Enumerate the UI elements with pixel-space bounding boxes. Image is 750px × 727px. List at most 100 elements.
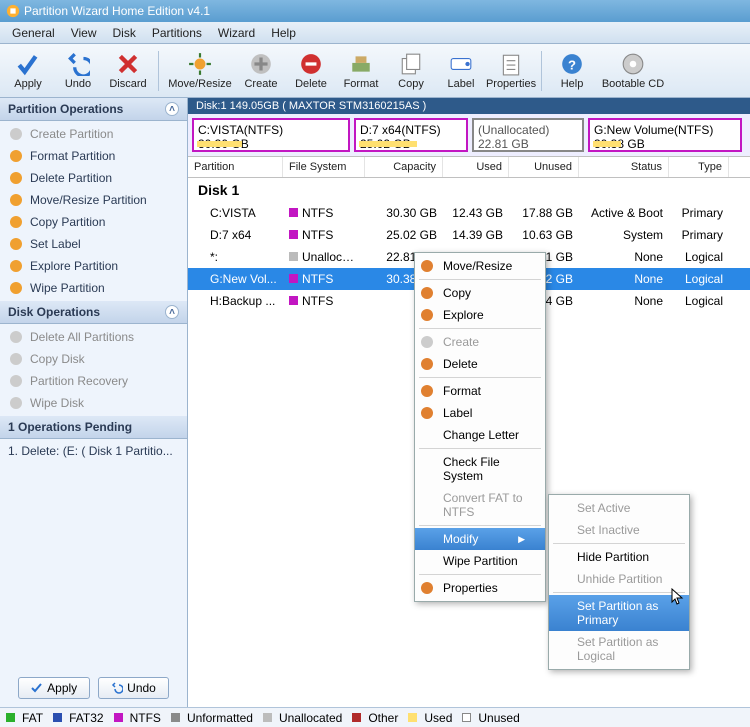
label-button[interactable]: Label [437, 47, 485, 95]
map-name: (Unallocated) [478, 123, 578, 137]
format-label: Format [344, 78, 379, 90]
cell: NTFS [283, 292, 365, 310]
ctx-label: Properties [443, 581, 498, 595]
pending-ops-list: 1. Delete: (E: ( Disk 1 Partitio... [0, 439, 187, 463]
op-icon [8, 351, 24, 367]
partition-ops-header[interactable]: Partition Operations ˄ [0, 98, 187, 121]
properties-button[interactable]: Properties [487, 47, 535, 95]
format-button[interactable]: Format [337, 47, 385, 95]
ctx-copy[interactable]: Copy [415, 282, 545, 304]
menu-disk[interactable]: Disk [105, 24, 144, 42]
cell: NTFS [283, 226, 365, 244]
cell: Primary [669, 226, 729, 244]
map-partition[interactable]: G:New Volume(NTFS)30.38 GB [588, 118, 742, 152]
col-header[interactable]: Status [579, 157, 669, 177]
op-icon [8, 192, 24, 208]
ctx-create: Create [415, 331, 545, 353]
op-item[interactable]: Format Partition [0, 145, 187, 167]
op-item[interactable]: Copy Partition [0, 211, 187, 233]
col-header[interactable]: File System [283, 157, 365, 177]
pending-ops-title: 1 Operations Pending [8, 420, 132, 434]
ctx-hide-partition[interactable]: Hide Partition [549, 546, 689, 568]
map-name: D:7 x64(NTFS) [360, 123, 462, 137]
collapse-icon[interactable]: ˄ [165, 305, 179, 319]
undo-icon [111, 682, 123, 694]
cell: None [579, 270, 669, 288]
ctx-explore[interactable]: Explore [415, 304, 545, 326]
op-label: Move/Resize Partition [30, 193, 147, 207]
ctx-change-letter[interactable]: Change Letter [415, 424, 545, 446]
op-item[interactable]: Explore Partition [0, 255, 187, 277]
col-header[interactable]: Used [443, 157, 509, 177]
moveresize-button[interactable]: Move/Resize [165, 47, 235, 95]
ctx-set-partition-as-primary[interactable]: Set Partition as Primary [549, 595, 689, 631]
ctx-label[interactable]: Label [415, 402, 545, 424]
ctx-label: Label [443, 406, 472, 420]
op-label: Set Label [30, 237, 81, 251]
ctx-label: Copy [443, 286, 471, 300]
table-row[interactable]: D:7 x64NTFS25.02 GB14.39 GB10.63 GBSyste… [188, 224, 750, 246]
legend-label: NTFS [130, 711, 161, 725]
menu-general[interactable]: General [4, 24, 63, 42]
apply-button[interactable]: Apply [4, 47, 52, 95]
op-item[interactable]: Wipe Partition [0, 277, 187, 299]
menu-view[interactable]: View [63, 24, 105, 42]
op-item[interactable]: Delete Partition [0, 167, 187, 189]
ctx-delete[interactable]: Delete [415, 353, 545, 375]
create-button[interactable]: Create [237, 47, 285, 95]
pending-item[interactable]: 1. Delete: (E: ( Disk 1 Partitio... [0, 441, 187, 461]
arrow-right-icon: ▶ [518, 534, 525, 545]
col-header[interactable]: Partition [188, 157, 283, 177]
moveresize-label: Move/Resize [168, 78, 232, 90]
legend-swatch [462, 713, 471, 722]
menu-partitions[interactable]: Partitions [144, 24, 210, 42]
map-partition[interactable]: C:VISTA(NTFS)30.30 GB [192, 118, 350, 152]
copy-label: Copy [398, 78, 424, 90]
bootablecd-button[interactable]: Bootable CD [598, 47, 668, 95]
pending-ops-header[interactable]: 1 Operations Pending [0, 416, 187, 439]
op-icon [8, 258, 24, 274]
ctx-wipe-partition[interactable]: Wipe Partition [415, 550, 545, 572]
op-icon [8, 214, 24, 230]
ctx-label: Explore [443, 308, 484, 322]
apply-button[interactable]: Apply [18, 677, 90, 699]
op-item[interactable]: Set Label [0, 233, 187, 255]
ctx-modify[interactable]: Modify ▶ [415, 528, 545, 550]
context-menu[interactable]: Move/Resize Copy Explore CreateDelete Format… [414, 252, 546, 602]
ctx-check-file-system[interactable]: Check File System [415, 451, 545, 487]
op-item[interactable]: Move/Resize Partition [0, 189, 187, 211]
ctx-properties[interactable]: Properties [415, 577, 545, 599]
partition-ops-list: Create PartitionFormat PartitionDelete P… [0, 121, 187, 301]
help-button[interactable]: ?Help [548, 47, 596, 95]
op-icon [8, 373, 24, 389]
disk-ops-header[interactable]: Disk Operations ˄ [0, 301, 187, 324]
map-name: C:VISTA(NTFS) [198, 123, 344, 137]
table-row[interactable]: C:VISTANTFS30.30 GB12.43 GB17.88 GBActiv… [188, 202, 750, 224]
map-partition[interactable]: D:7 x64(NTFS)25.02 GB [354, 118, 468, 152]
col-header[interactable]: Capacity [365, 157, 443, 177]
op-item: Create Partition [0, 123, 187, 145]
ctx-label: Modify [443, 532, 478, 546]
ctx-move-resize[interactable]: Move/Resize [415, 255, 545, 277]
context-submenu[interactable]: Set ActiveSet InactiveHide PartitionUnhi… [548, 494, 690, 670]
op-label: Copy Partition [30, 215, 105, 229]
toolbar: ApplyUndoDiscard Move/Resize CreateDelete F… [0, 44, 750, 98]
col-header[interactable]: Type [669, 157, 729, 177]
undo-button[interactable]: Undo [54, 47, 102, 95]
ctx-set-partition-as-logical: Set Partition as Logical [549, 631, 689, 667]
copy-button[interactable]: Copy [387, 47, 435, 95]
cell: Logical [669, 292, 729, 310]
col-header[interactable]: Unused [509, 157, 579, 177]
menu-help[interactable]: Help [263, 24, 304, 42]
cell: 25.02 GB [365, 226, 443, 244]
discard-button[interactable]: Discard [104, 47, 152, 95]
menu-wizard[interactable]: Wizard [210, 24, 263, 42]
cell: Logical [669, 248, 729, 266]
delete-button[interactable]: Delete [287, 47, 335, 95]
undo-button[interactable]: Undo [98, 677, 169, 699]
collapse-icon[interactable]: ˄ [165, 102, 179, 116]
ctx-set-inactive: Set Inactive [549, 519, 689, 541]
ctx-set-active: Set Active [549, 497, 689, 519]
ctx-format[interactable]: Format [415, 380, 545, 402]
map-partition[interactable]: (Unallocated)22.81 GB [472, 118, 584, 152]
